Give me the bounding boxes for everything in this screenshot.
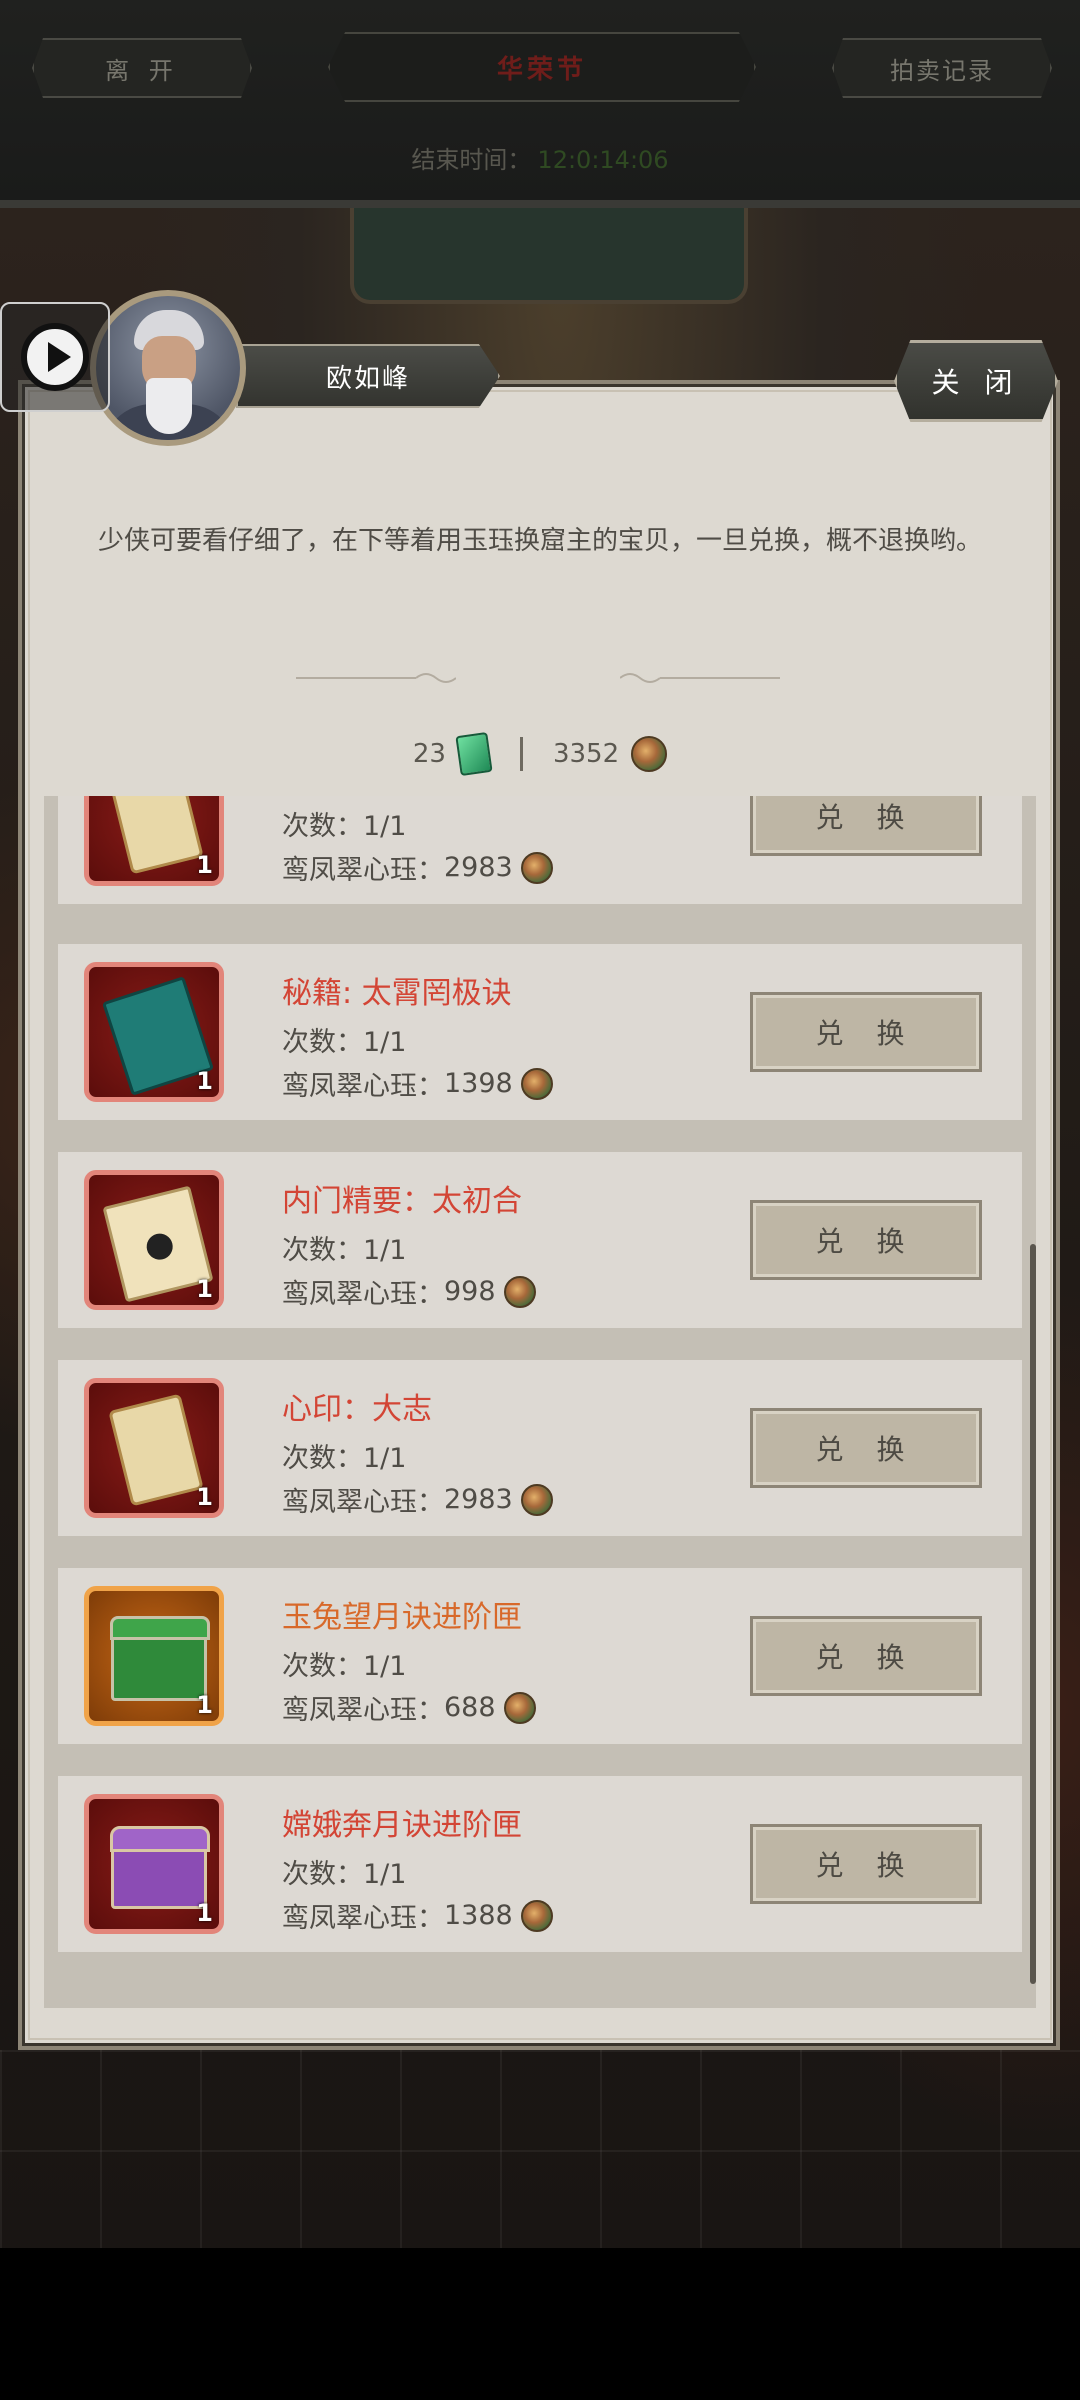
price-label: 鸾凤翠心珏：: [282, 1903, 444, 1934]
jade-token-icon: [455, 731, 493, 777]
price-value: 2983: [444, 852, 513, 883]
item-count: 次数：1/1: [282, 1859, 407, 1890]
jade-coin-icon: [520, 1899, 553, 1932]
book-teal-icon[interactable]: 1: [84, 962, 224, 1102]
item-price: 鸾凤翠心珏： 1388: [282, 1896, 553, 1935]
chest-purple-icon[interactable]: 1: [84, 1794, 224, 1934]
item-count: 次数：1/1: [282, 1027, 407, 1058]
item-price: 鸾凤翠心珏： 998: [282, 1272, 536, 1311]
item-title: 嫦娥奔月诀进阶匣: [282, 1808, 522, 1843]
price-label: 鸾凤翠心珏：: [282, 855, 444, 886]
background-floor: [0, 2050, 1080, 2248]
exchange-button[interactable]: 兑 换: [750, 1824, 982, 1904]
jade-coin-icon: [503, 1691, 536, 1724]
list-item: 1 嫦娥奔月诀进阶匣 次数：1/1 鸾凤翠心珏： 1388 兑 换: [58, 1776, 1022, 1952]
item-title: 玉兔望月诀进阶匣: [282, 1600, 522, 1635]
price-label: 鸾凤翠心珏：: [282, 1279, 444, 1310]
item-quantity: 1: [196, 1483, 213, 1511]
event-title: 华荣节: [328, 32, 756, 102]
price-label: 鸾凤翠心珏：: [282, 1487, 444, 1518]
item-quantity: 1: [196, 1067, 213, 1095]
jade-coin-icon: [631, 736, 668, 772]
price-label: 鸾凤翠心珏：: [282, 1071, 444, 1102]
coin-count: 3352: [552, 739, 620, 769]
play-button[interactable]: [0, 302, 110, 412]
ornament-left: [296, 673, 456, 683]
list-item: 1 心印：大志 次数：1/1 鸾凤翠心珏： 2983 兑 换: [58, 1360, 1022, 1536]
npc-dialog: 少侠可要看仔细了，在下等着用玉珏换窟主的宝贝，一旦兑换，概不退换哟。: [97, 526, 982, 556]
item-quantity: 1: [196, 851, 213, 879]
close-button[interactable]: 关 闭: [894, 340, 1058, 422]
npc-name-banner: 欧如峰: [236, 344, 500, 408]
item-count: 次数：1/1: [282, 1235, 407, 1266]
exchange-button[interactable]: 兑 换: [750, 1200, 982, 1280]
jade-coin-icon: [520, 1483, 553, 1516]
exchange-button[interactable]: 兑 换: [750, 992, 982, 1072]
ornament-right: [620, 673, 780, 683]
play-icon: [21, 323, 89, 391]
exchange-button[interactable]: 兑 换: [750, 1408, 982, 1488]
npc-avatar: [90, 290, 246, 446]
item-quantity: 1: [196, 1691, 213, 1719]
price-value: 1398: [444, 1068, 513, 1099]
item-quantity: 1: [196, 1275, 213, 1303]
end-time-label: 结束时间：: [411, 146, 532, 174]
leave-button[interactable]: 离 开: [32, 38, 252, 98]
price-value: 1388: [444, 1900, 513, 1931]
list-item: 1 玉兔望月诀进阶匣 次数：1/1 鸾凤翠心珏： 688 兑 换: [58, 1568, 1022, 1744]
list-item: 1 内门精要：太初合 次数：1/1 鸾凤翠心珏： 998 兑 换: [58, 1152, 1022, 1328]
jade-count: 23: [412, 739, 446, 769]
price-value: 2983: [444, 1484, 513, 1515]
scroll-icon[interactable]: 1: [84, 796, 224, 886]
exchange-button[interactable]: 兑 换: [750, 796, 982, 856]
list-item: 1 秘籍: 太霄罔极诀 次数：1/1 鸾凤翠心珏： 1398 兑 换: [58, 944, 1022, 1120]
top-bar: 离 开 华荣节 拍卖记录 结束时间： 12:0:14:06: [0, 0, 1080, 208]
item-price: 鸾凤翠心珏： 2983: [282, 848, 553, 887]
end-time: 结束时间： 12:0:14:06: [0, 140, 1080, 175]
end-time-value: 12:0:14:06: [537, 146, 669, 174]
jade-coin-icon: [520, 1067, 553, 1100]
jade-coin-icon: [520, 851, 553, 884]
price-value: 998: [444, 1276, 496, 1307]
item-count: 次数：1/1: [282, 811, 407, 842]
currency-bar: 23 3352: [0, 731, 1080, 777]
background-door: [350, 208, 748, 304]
chest-green-icon[interactable]: 1: [84, 1586, 224, 1726]
exchange-button[interactable]: 兑 换: [750, 1616, 982, 1696]
item-count: 次数：1/1: [282, 1651, 407, 1682]
item-price: 鸾凤翠心珏： 1398: [282, 1064, 553, 1103]
jade-coin-icon: [503, 1275, 536, 1308]
item-price: 鸾凤翠心珏： 2983: [282, 1480, 553, 1519]
price-label: 鸾凤翠心珏：: [282, 1695, 444, 1726]
currency-divider: [519, 737, 523, 771]
bottom-area: [0, 2248, 1080, 2400]
price-value: 688: [444, 1692, 496, 1723]
item-title: 内门精要：太初合: [282, 1184, 522, 1219]
book-cream-icon[interactable]: 1: [84, 1170, 224, 1310]
item-price: 鸾凤翠心珏： 688: [282, 1688, 536, 1727]
item-count: 次数：1/1: [282, 1443, 407, 1474]
item-title: 秘籍: 太霄罔极诀: [282, 976, 512, 1011]
exchange-list[interactable]: 1 次数：1/1 鸾凤翠心珏： 2983 兑 换 1 秘籍: 太霄罔极诀 次数：1…: [44, 796, 1036, 2008]
list-scrollbar[interactable]: [1030, 1244, 1036, 1984]
item-title: 心印：大志: [282, 1392, 432, 1427]
list-item: 1 次数：1/1 鸾凤翠心珏： 2983 兑 换: [58, 796, 1022, 904]
item-quantity: 1: [196, 1899, 213, 1927]
auction-record-button[interactable]: 拍卖记录: [832, 38, 1052, 98]
scroll-icon[interactable]: 1: [84, 1378, 224, 1518]
